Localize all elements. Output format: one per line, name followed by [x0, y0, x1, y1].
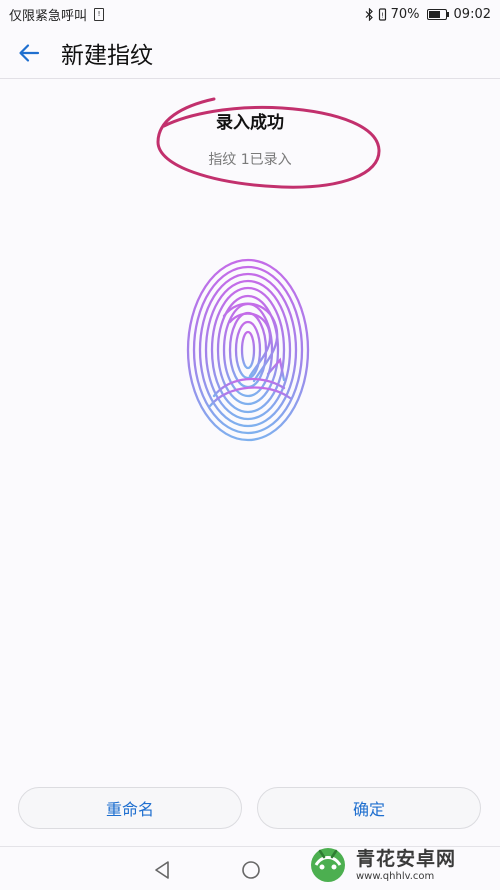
watermark-url: www.qhhlv.com [356, 871, 435, 882]
watermark-text-block: 青花安卓网 www.qhhlv.com [356, 844, 456, 882]
carrier-text: 仅限紧急呼叫 [9, 8, 88, 24]
back-triangle-icon[interactable] [153, 860, 171, 880]
battery-percent: 70% [390, 6, 420, 22]
home-circle-icon[interactable] [241, 860, 261, 880]
status-bar: 仅限紧急呼叫 ! ! 70% 09:02 [0, 0, 500, 28]
clock: 09:02 [453, 6, 491, 22]
vibrate-icon: ! [378, 7, 386, 21]
annotation-circle [156, 97, 381, 189]
arrow-left-icon [19, 44, 40, 62]
status-left: 仅限紧急呼叫 ! [9, 5, 105, 24]
page-title: 新建指纹 [61, 43, 153, 69]
back-button[interactable] [17, 41, 41, 65]
svg-text:!: ! [381, 11, 384, 19]
rename-button[interactable]: 重命名 [18, 787, 242, 829]
watermark: 青花安卓网 www.qhhlv.com [306, 838, 498, 888]
app-bar: 新建指纹 [0, 28, 500, 79]
sim-card-icon: ! [94, 7, 105, 21]
fingerprint-icon [186, 258, 310, 442]
status-right: ! 70% 09:02 [365, 7, 491, 22]
watermark-text: 青花安卓网 [356, 848, 457, 870]
battery-icon [426, 8, 449, 20]
watermark-logo-icon [311, 848, 345, 882]
bluetooth-icon [365, 7, 373, 21]
confirm-button[interactable]: 确定 [257, 787, 481, 829]
